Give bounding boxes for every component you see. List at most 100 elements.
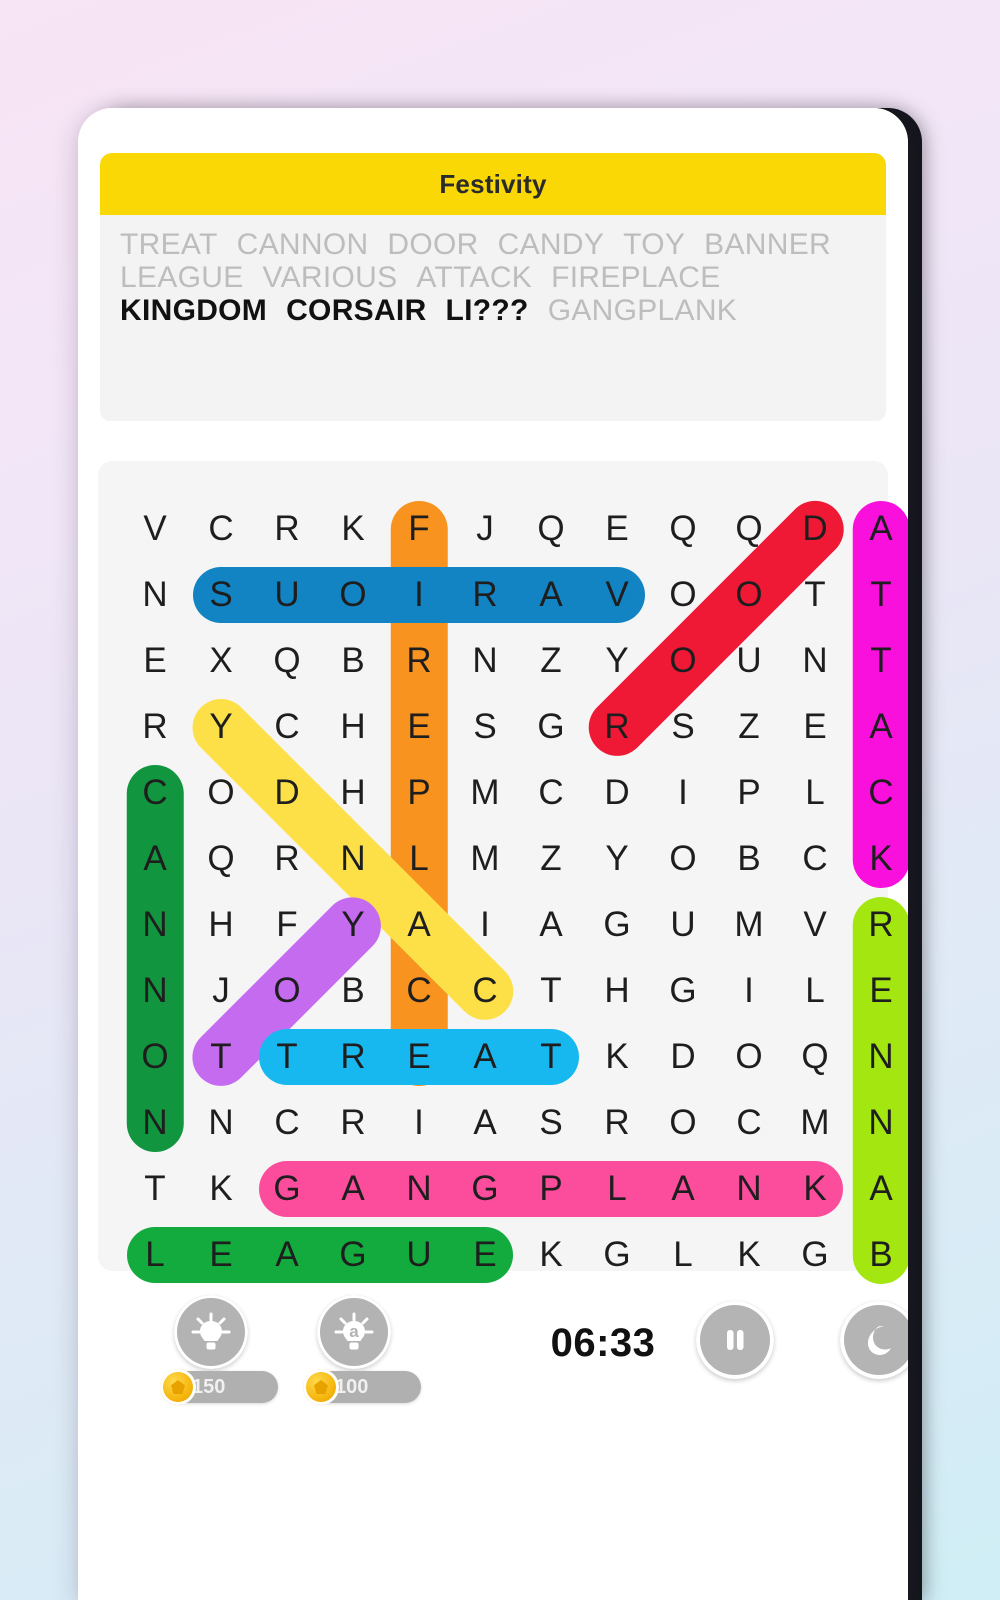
grid-cell[interactable]: H xyxy=(320,694,386,760)
grid-cell[interactable]: V xyxy=(782,892,848,958)
grid-cell[interactable]: T xyxy=(518,1024,584,1090)
grid-cell[interactable]: E xyxy=(848,958,908,1024)
grid-cell[interactable]: O xyxy=(716,562,782,628)
grid-cell[interactable]: Y xyxy=(320,892,386,958)
pause-button[interactable] xyxy=(696,1301,774,1379)
grid-cell[interactable]: H xyxy=(584,958,650,1024)
grid-cell[interactable]: S xyxy=(518,1090,584,1156)
grid-cell[interactable]: E xyxy=(782,694,848,760)
grid-cell[interactable]: K xyxy=(716,1222,782,1288)
grid-cell[interactable]: O xyxy=(650,628,716,694)
grid-cell[interactable]: M xyxy=(452,826,518,892)
grid-cell[interactable]: G xyxy=(584,1222,650,1288)
grid-cell[interactable]: I xyxy=(650,760,716,826)
grid-cell[interactable]: F xyxy=(386,496,452,562)
grid-cell[interactable]: O xyxy=(188,760,254,826)
grid-cell[interactable]: P xyxy=(518,1156,584,1222)
grid-cell[interactable]: C xyxy=(122,760,188,826)
grid-cell[interactable]: M xyxy=(452,760,518,826)
grid-cell[interactable]: A xyxy=(848,694,908,760)
grid-cell[interactable]: V xyxy=(584,562,650,628)
grid-cell[interactable]: C xyxy=(254,1090,320,1156)
grid-cell[interactable]: C xyxy=(518,760,584,826)
grid-cell[interactable]: N xyxy=(188,1090,254,1156)
grid-cell[interactable]: K xyxy=(782,1156,848,1222)
grid-cell[interactable]: I xyxy=(452,892,518,958)
grid-cell[interactable]: O xyxy=(320,562,386,628)
grid-cell[interactable]: N xyxy=(320,826,386,892)
grid-cell[interactable]: B xyxy=(848,1222,908,1288)
grid-cell[interactable]: N xyxy=(386,1156,452,1222)
grid-cell[interactable]: B xyxy=(716,826,782,892)
grid-cell[interactable]: D xyxy=(584,760,650,826)
grid-cell[interactable]: L xyxy=(584,1156,650,1222)
grid-cell[interactable]: A xyxy=(650,1156,716,1222)
grid-cell[interactable]: T xyxy=(188,1024,254,1090)
grid-cell[interactable]: K xyxy=(188,1156,254,1222)
grid-cell[interactable]: Z xyxy=(518,826,584,892)
grid-cell[interactable]: R xyxy=(254,496,320,562)
grid-cell[interactable]: A xyxy=(122,826,188,892)
grid-cell[interactable]: M xyxy=(782,1090,848,1156)
grid-cell[interactable]: O xyxy=(650,826,716,892)
grid-cell[interactable]: L xyxy=(122,1222,188,1288)
hint-letter-button[interactable] xyxy=(174,1295,248,1369)
grid-cell[interactable]: Q xyxy=(188,826,254,892)
grid-cell[interactable]: C xyxy=(782,826,848,892)
grid-cell[interactable]: G xyxy=(320,1222,386,1288)
grid-cell[interactable]: A xyxy=(518,892,584,958)
grid-cell[interactable]: L xyxy=(782,958,848,1024)
grid-cell[interactable]: C xyxy=(716,1090,782,1156)
night-mode-button[interactable] xyxy=(840,1301,908,1379)
grid-cell[interactable]: R xyxy=(584,1090,650,1156)
grid-cell[interactable]: P xyxy=(716,760,782,826)
grid-cell[interactable]: C xyxy=(848,760,908,826)
grid-cell[interactable]: R xyxy=(122,694,188,760)
grid-cell[interactable]: B xyxy=(320,958,386,1024)
grid-cell[interactable]: X xyxy=(188,628,254,694)
grid-cell[interactable]: C xyxy=(254,694,320,760)
grid-cell[interactable]: N xyxy=(122,1090,188,1156)
grid-cell[interactable]: I xyxy=(386,562,452,628)
grid-cell[interactable]: A xyxy=(452,1090,518,1156)
grid-cell[interactable]: M xyxy=(716,892,782,958)
grid-cell[interactable]: O xyxy=(650,562,716,628)
grid-cell[interactable]: U xyxy=(254,562,320,628)
grid-cell[interactable]: O xyxy=(650,1090,716,1156)
grid-cell[interactable]: N xyxy=(716,1156,782,1222)
grid-cell[interactable]: G xyxy=(254,1156,320,1222)
grid-cell[interactable]: G xyxy=(782,1222,848,1288)
grid-cell[interactable]: R xyxy=(452,562,518,628)
grid-cell[interactable]: U xyxy=(716,628,782,694)
grid-cell[interactable]: R xyxy=(584,694,650,760)
grid-cell[interactable]: N xyxy=(782,628,848,694)
grid-cell[interactable]: A xyxy=(254,1222,320,1288)
grid-cell[interactable]: R xyxy=(320,1024,386,1090)
grid-cell[interactable]: B xyxy=(320,628,386,694)
grid-cell[interactable]: E xyxy=(122,628,188,694)
grid-cell[interactable]: J xyxy=(452,496,518,562)
grid-cell[interactable]: O xyxy=(254,958,320,1024)
grid-cell[interactable]: N xyxy=(452,628,518,694)
grid-cell[interactable]: H xyxy=(188,892,254,958)
grid-cell[interactable]: A xyxy=(452,1024,518,1090)
grid-cell[interactable]: O xyxy=(122,1024,188,1090)
grid-cell[interactable]: V xyxy=(122,496,188,562)
grid-cell[interactable]: R xyxy=(848,892,908,958)
grid-cell[interactable]: T xyxy=(518,958,584,1024)
grid-cell[interactable]: G xyxy=(518,694,584,760)
grid-cell[interactable]: C xyxy=(386,958,452,1024)
grid-cell[interactable]: S xyxy=(188,562,254,628)
grid-cell[interactable]: E xyxy=(386,694,452,760)
grid-cell[interactable]: A xyxy=(518,562,584,628)
grid-cell[interactable]: G xyxy=(452,1156,518,1222)
grid-cell[interactable]: E xyxy=(188,1222,254,1288)
grid-cell[interactable]: L xyxy=(650,1222,716,1288)
grid-cell[interactable]: U xyxy=(650,892,716,958)
grid-cell[interactable]: T xyxy=(782,562,848,628)
grid-cell[interactable]: C xyxy=(452,958,518,1024)
hint-word-button[interactable]: a xyxy=(317,1295,391,1369)
grid-cell[interactable]: K xyxy=(848,826,908,892)
grid-cell[interactable]: D xyxy=(782,496,848,562)
grid-cell[interactable]: A xyxy=(386,892,452,958)
